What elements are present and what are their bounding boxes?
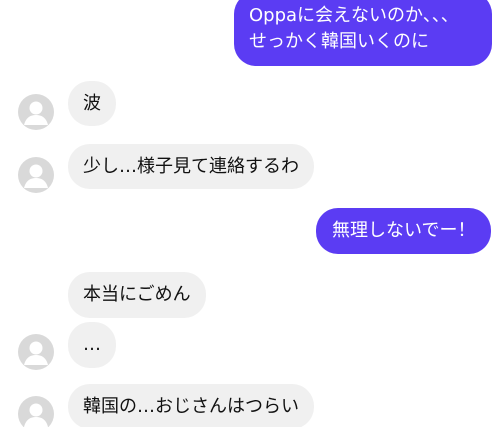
incoming-message[interactable]: 韓国の…おじさんはつらい — [68, 384, 314, 427]
chat-thread[interactable]: Oppaに会えないのか、、、 せっかく韓国いくのに 波 少し…様子見て連絡するわ… — [0, 0, 500, 427]
default-avatar-icon[interactable] — [18, 157, 54, 193]
message-text-line: せっかく韓国いくのに — [249, 31, 429, 52]
default-avatar-icon[interactable] — [18, 334, 54, 370]
outgoing-message[interactable]: 無理しないでー！ — [316, 208, 492, 254]
message-text: 波 — [83, 93, 101, 114]
message-text: 韓国の…おじさんはつらい — [83, 396, 299, 417]
incoming-message[interactable]: 波 — [68, 81, 116, 126]
message-text-line: Oppaに会えないのか、、、 — [249, 5, 459, 26]
default-avatar-icon[interactable] — [18, 94, 54, 130]
message-text: 本当にごめん — [83, 284, 191, 305]
incoming-message[interactable]: … — [68, 322, 116, 368]
outgoing-message[interactable]: Oppaに会えないのか、、、 せっかく韓国いくのに — [234, 0, 492, 66]
incoming-message[interactable]: 少し…様子見て連絡するわ — [68, 144, 314, 189]
message-text: 少し…様子見て連絡するわ — [83, 156, 299, 177]
message-text: 無理しないでー！ — [332, 220, 476, 241]
default-avatar-icon[interactable] — [18, 396, 54, 427]
message-text: … — [83, 334, 101, 355]
incoming-message[interactable]: 本当にごめん — [68, 272, 206, 318]
